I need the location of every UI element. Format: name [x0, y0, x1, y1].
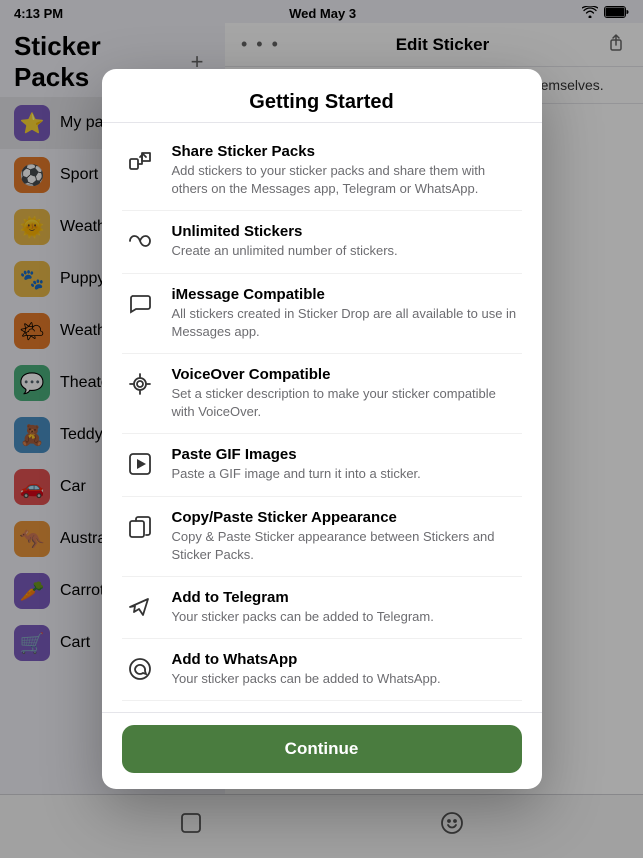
feature-telegram-desc: Your sticker packs can be added to Teleg…: [172, 608, 522, 626]
getting-started-modal: Getting Started Share Sticker Packs Add …: [102, 69, 542, 789]
whatsapp-icon: [122, 651, 158, 687]
feature-voiceover-desc: Set a sticker description to make your s…: [172, 385, 522, 421]
feature-voiceover-text: VoiceOver Compatible Set a sticker descr…: [172, 366, 522, 421]
modal-overlay: Getting Started Share Sticker Packs Add …: [0, 0, 643, 858]
feature-copy-paste-text: Copy/Paste Sticker Appearance Copy & Pas…: [172, 509, 522, 564]
feature-voiceover-title: VoiceOver Compatible: [172, 366, 522, 383]
infinity-icon: [122, 223, 158, 259]
modal-footer: Continue: [102, 712, 542, 789]
feature-unlimited: Unlimited Stickers Create an unlimited n…: [122, 211, 522, 273]
feature-whatsapp-text: Add to WhatsApp Your sticker packs can b…: [172, 651, 522, 688]
feature-unlimited-text: Unlimited Stickers Create an unlimited n…: [172, 223, 522, 260]
feature-share-title: Share Sticker Packs: [172, 143, 522, 160]
feature-gif-title: Paste GIF Images: [172, 446, 522, 463]
feature-voiceover: VoiceOver Compatible Set a sticker descr…: [122, 354, 522, 434]
feature-gif: Paste GIF Images Paste a GIF image and t…: [122, 434, 522, 496]
feature-gif-text: Paste GIF Images Paste a GIF image and t…: [172, 446, 522, 483]
feature-imessage-text: iMessage Compatible All stickers created…: [172, 286, 522, 341]
feature-gif-desc: Paste a GIF image and turn it into a sti…: [172, 465, 522, 483]
feature-telegram-text: Add to Telegram Your sticker packs can b…: [172, 589, 522, 626]
feature-copy-paste-title: Copy/Paste Sticker Appearance: [172, 509, 522, 526]
speaker-icon: [122, 366, 158, 402]
feature-telegram-title: Add to Telegram: [172, 589, 522, 606]
feature-copy-paste: Copy/Paste Sticker Appearance Copy & Pas…: [122, 497, 522, 577]
feature-imessage-desc: All stickers created in Sticker Drop are…: [172, 305, 522, 341]
feature-copy-paste-desc: Copy & Paste Sticker appearance between …: [172, 528, 522, 564]
feature-imessage: iMessage Compatible All stickers created…: [122, 274, 522, 354]
share-sticker-icon: [122, 143, 158, 179]
feature-share-text: Share Sticker Packs Add stickers to your…: [172, 143, 522, 198]
feature-whatsapp-title: Add to WhatsApp: [172, 651, 522, 668]
feature-unlimited-title: Unlimited Stickers: [172, 223, 522, 240]
copy-icon: [122, 509, 158, 545]
play-icon: [122, 446, 158, 482]
bubble-icon: [122, 286, 158, 322]
feature-whatsapp: Add to WhatsApp Your sticker packs can b…: [122, 639, 522, 701]
continue-button[interactable]: Continue: [122, 725, 522, 773]
feature-whatsapp-desc: Your sticker packs can be added to Whats…: [172, 670, 522, 688]
feature-unlimited-desc: Create an unlimited number of stickers.: [172, 242, 522, 260]
modal-title: Getting Started: [249, 91, 393, 113]
telegram-icon: [122, 589, 158, 625]
feature-telegram: Add to Telegram Your sticker packs can b…: [122, 577, 522, 639]
feature-share-desc: Add stickers to your sticker packs and s…: [172, 162, 522, 198]
modal-header: Getting Started: [102, 69, 542, 123]
feature-imessage-title: iMessage Compatible: [172, 286, 522, 303]
feature-share: Share Sticker Packs Add stickers to your…: [122, 131, 522, 211]
feature-border: Edit Border Add a border to your sticker…: [122, 701, 522, 712]
modal-content: Share Sticker Packs Add stickers to your…: [102, 123, 542, 712]
